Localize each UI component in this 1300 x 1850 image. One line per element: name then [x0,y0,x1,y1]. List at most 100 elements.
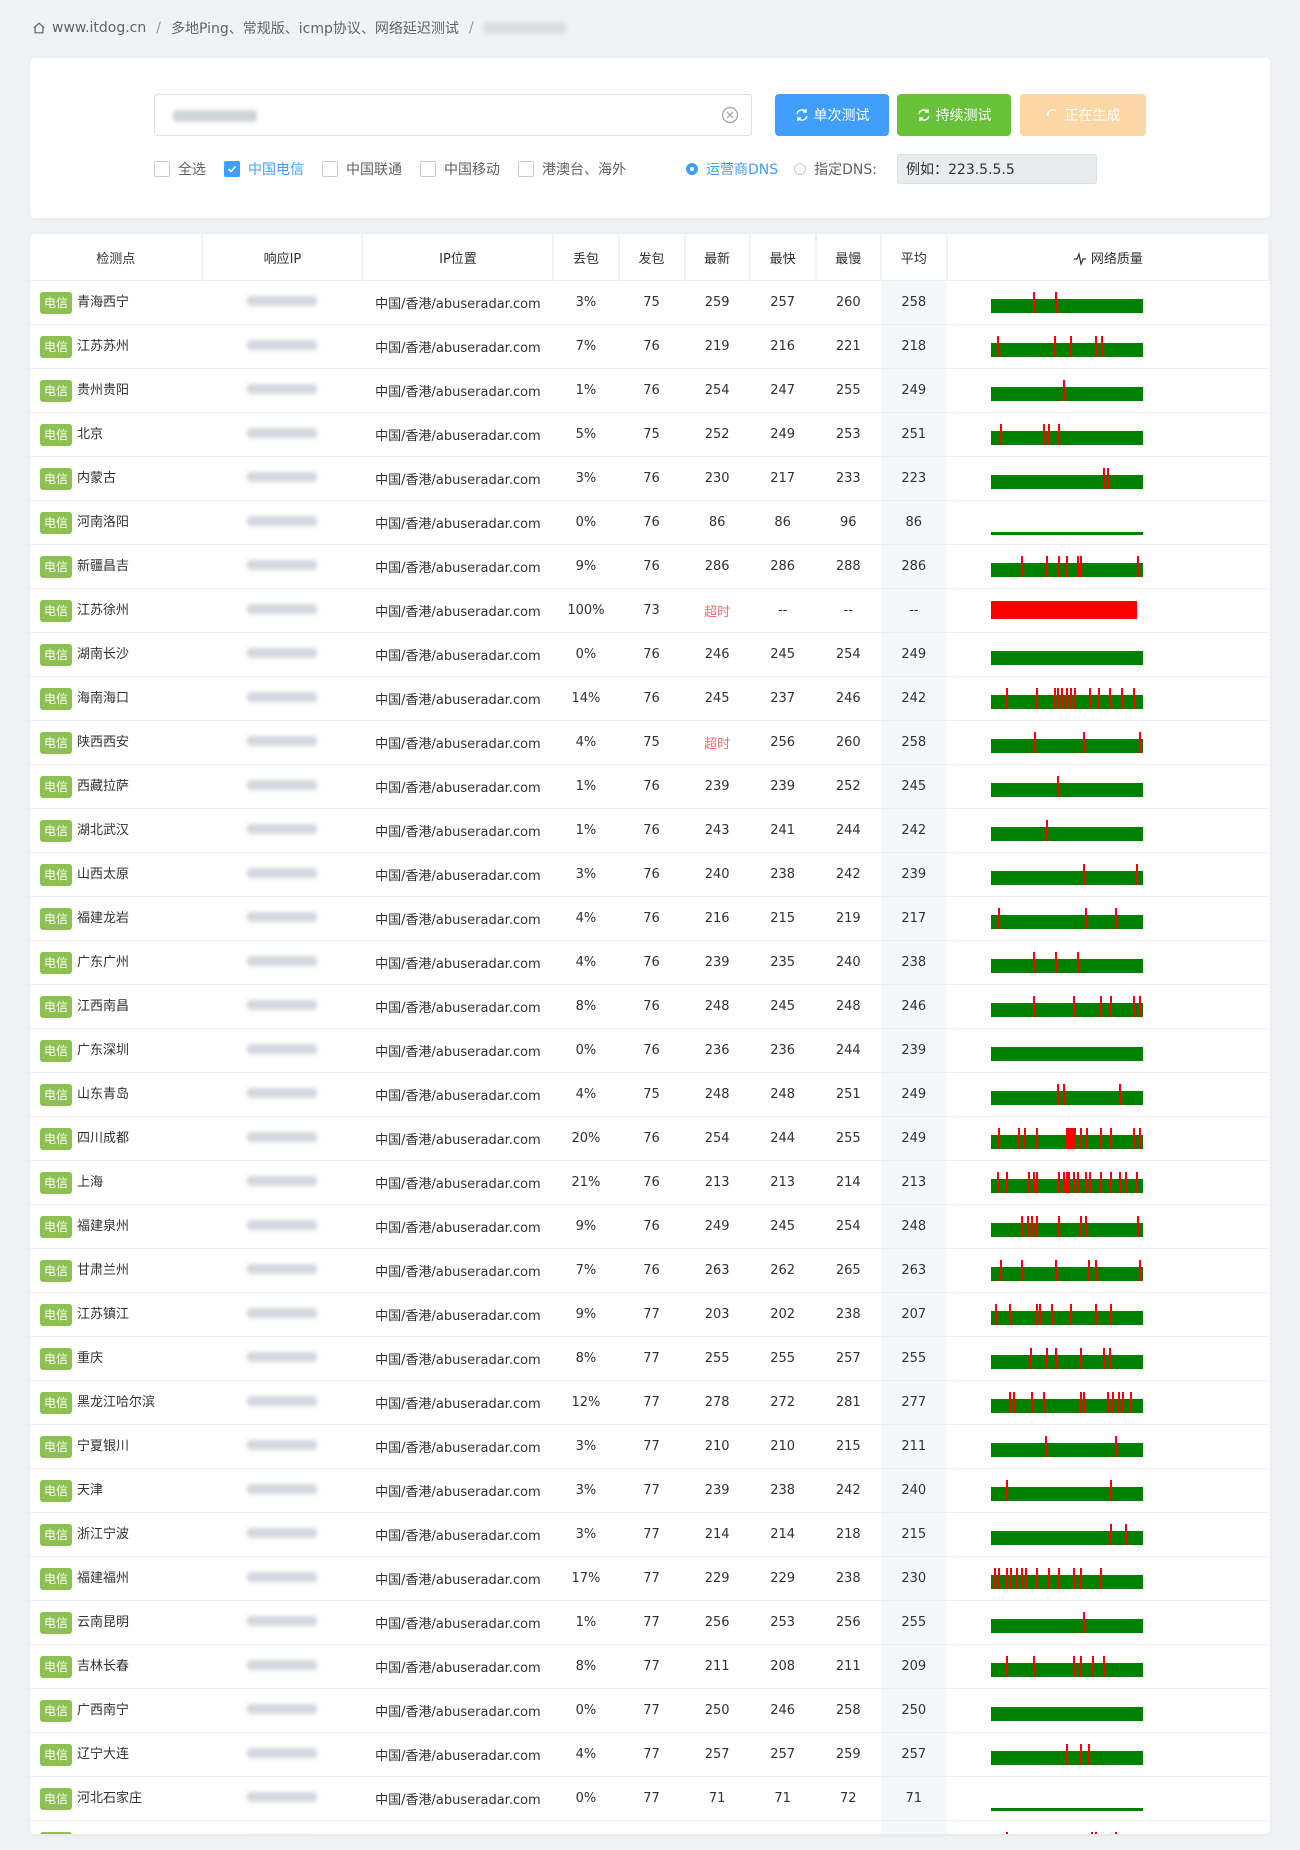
loss-mark [1056,775,1059,797]
isp-tag: 电信 [40,379,72,402]
filter-china-telecom[interactable]: 中国电信 [224,159,304,179]
cell-slowest: 242 [815,1468,881,1513]
loss-mark [1129,1391,1132,1413]
header-latest[interactable]: 最新 [684,234,751,281]
cell-slowest: 256 [815,1600,881,1645]
quality-bar [990,1215,1143,1237]
header-loss[interactable]: 丢包 [553,234,620,281]
table-row: 电信 陕西西安 中国/香港/abuseradar.com 4% 75 超时 256 260 25… [30,720,1269,765]
cell-ip-location: 中国/香港/abuseradar.com [362,1688,554,1733]
ip-redacted [247,340,318,350]
header-quality[interactable]: 网络质量 [946,234,1270,281]
cell-response-ip [202,896,363,941]
loss-mark [1076,1171,1079,1193]
loss-mark [1135,1171,1138,1193]
cell-response-ip [202,588,363,633]
location-name: 吉林长春 [77,1659,130,1675]
cell-loss: 4% [553,896,619,941]
loss-mark [999,423,1002,445]
header-fastest[interactable]: 最快 [749,234,817,281]
breadcrumb-site[interactable]: www.itdog.cn [52,20,146,36]
loss-mark [997,1127,1000,1149]
results-panel: 检测点 响应IP IP位置 丢包 发包 最新 最快 最慢 平均 网络质量 电信青… [30,234,1270,1834]
cell-loss: 8% [553,984,619,1029]
header-average[interactable]: 平均 [880,234,948,281]
checkbox[interactable] [224,161,240,177]
loss-mark [1020,555,1023,577]
quality-bar [990,1435,1143,1457]
cell-average: 255 [880,1600,947,1645]
header-location[interactable]: 检测点 [30,234,204,281]
loss-mark [1042,423,1045,445]
search-box[interactable] [154,94,752,137]
cell-location: 电信 上海 [30,1160,203,1205]
cell-quality [946,1160,1269,1205]
radio-dot[interactable] [686,163,698,175]
header-response-ip[interactable]: 响应IP [202,234,364,281]
checkbox[interactable] [420,161,436,177]
quality-bar [990,1743,1143,1765]
header-ip-location[interactable]: IP位置 [362,234,555,281]
checkbox[interactable] [154,161,170,177]
cell-loss: 21% [553,1160,619,1205]
cell-slowest: 257 [815,1336,881,1381]
clear-icon[interactable] [721,106,739,124]
cell-fastest: 286 [749,544,816,589]
cell-latest: 229 [684,1556,750,1601]
cell-location: 电信 江苏徐州 [30,588,203,633]
filter-select-all[interactable]: 全选 [154,159,206,179]
loss-mark [1072,1655,1075,1677]
loss-mark [1032,291,1035,313]
loss-mark [1038,1303,1041,1325]
cell-quality [946,1248,1269,1293]
location-name: 西藏拉萨 [77,779,130,795]
custom-dns-input[interactable]: 例如：223.5.5.5 [897,154,1097,184]
dns-options: 运营商DNS 指定DNS: 例如：223.5.5.5 [686,153,1097,185]
cell-fastest: 202 [749,1292,816,1337]
cell-slowest: 233 [815,456,881,501]
cell-slowest: 255 [815,368,881,413]
loss-mark [1057,555,1060,577]
ip-redacted [247,780,318,790]
cell-latest: 278 [684,1380,750,1425]
ip-redacted [247,1440,318,1450]
loss-mark [1024,1567,1027,1589]
quality-bar-base [990,782,1143,797]
filter-china-unicom[interactable]: 中国联通 [322,159,402,179]
cell-sent: 77 [618,1556,685,1601]
header-sent[interactable]: 发包 [618,234,686,281]
loss-mark [1054,291,1057,313]
filter-china-mobile[interactable]: 中国移动 [420,159,500,179]
loss-mark [1094,1831,1097,1834]
generating-button[interactable]: 正在生成 [1020,94,1146,136]
filter-label: 中国电信 [248,162,304,178]
checkbox[interactable] [518,161,534,177]
loss-mark [1047,1567,1050,1589]
cell-response-ip [202,1688,363,1733]
cell-fastest: 208 [749,1644,816,1689]
breadcrumb-page[interactable]: 多地Ping、常规版、icmp协议、网络延迟测试 [171,18,459,38]
ip-redacted [247,1000,318,1010]
loss-mark [1079,555,1082,577]
checkbox[interactable] [322,161,338,177]
cell-ip-location: 中国/香港/abuseradar.com [362,1644,554,1689]
radio-isp-dns[interactable]: 运营商DNS [686,159,778,179]
single-test-button[interactable]: 单次测试 [775,94,889,136]
cell-quality [946,280,1269,325]
cell-latest: 254 [684,1116,750,1161]
radio-custom-dns[interactable]: 指定DNS: [794,159,877,179]
cell-location: 电信 湖北武汉 [30,808,203,853]
continuous-test-button[interactable]: 持续测试 [897,94,1011,136]
ip-redacted [247,1748,318,1758]
isp-tag: 电信 [40,599,72,622]
cell-response-ip [202,500,363,545]
radio-dot[interactable] [794,163,807,175]
cell-sent: 77 [618,1292,685,1337]
cell-fastest: 245 [749,1204,816,1249]
cell-fastest: 262 [749,1248,816,1293]
isp-tag: 电信 [40,1039,72,1062]
cell-average: 245 [880,764,947,809]
isp-tag: 电信 [40,907,72,930]
filter-hk-overseas[interactable]: 港澳台、海外 [518,159,626,179]
header-slowest[interactable]: 最慢 [815,234,882,281]
